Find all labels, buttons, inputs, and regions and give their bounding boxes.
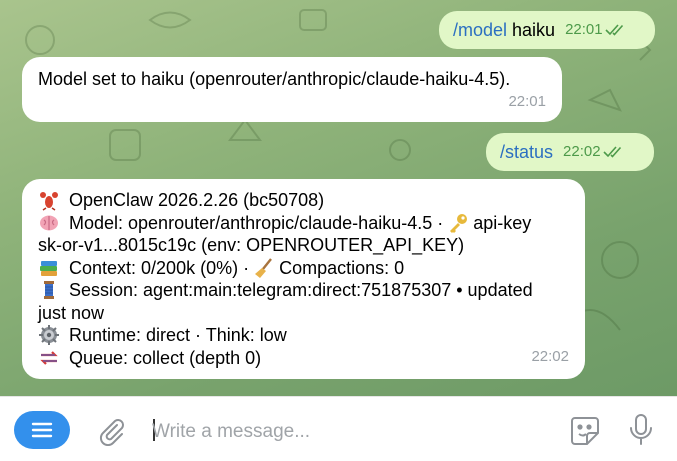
status-session-text: Session: agent:main:telegram:direct:7518…: [69, 280, 533, 300]
incoming-message[interactable]: Model set to haiku (openrouter/anthropic…: [22, 57, 562, 122]
status-updated-text: just now: [38, 302, 105, 323]
message-time: 22:01: [565, 20, 603, 38]
broom-emoji: [255, 258, 273, 278]
message-time: 22:02: [563, 142, 601, 160]
gear-emoji: [39, 325, 59, 346]
lobster-emoji: [40, 192, 58, 211]
chat-area: /model haiku 22:01 Model set to haiku (o…: [0, 0, 677, 396]
message-meta: 22:01: [565, 19, 625, 42]
status-line-context: Context: 0/200k (0%) · Compactions: 0: [38, 257, 569, 280]
command-argument: haiku: [512, 19, 556, 40]
double-check-icon: [605, 24, 623, 36]
status-api-key-text: sk-or-v1...8015c19c (env: OPENROUTER_API…: [38, 235, 465, 255]
double-check-icon: [603, 146, 621, 158]
message-time: 22:02: [531, 347, 569, 365]
status-version-text: OpenClaw 2026.2.26 (bc50708): [69, 190, 325, 210]
command-link[interactable]: /model: [453, 19, 507, 42]
menu-icon: [31, 422, 53, 438]
queue-arrows-emoji: [40, 350, 58, 365]
status-line-session-cont: just now: [38, 302, 569, 325]
voice-button[interactable]: [624, 412, 658, 448]
status-model-text: Model: openrouter/anthropic/claude-haiku…: [69, 212, 444, 233]
paperclip-icon: [99, 419, 124, 446]
status-runtime-text: Runtime: direct · Think: low: [69, 325, 287, 345]
brain-emoji: [40, 215, 58, 231]
outgoing-message[interactable]: /model haiku 22:01: [439, 11, 655, 49]
message-input[interactable]: [152, 419, 552, 445]
key-emoji: [450, 213, 468, 233]
status-message[interactable]: OpenClaw 2026.2.26 (bc50708) Model: open…: [22, 179, 585, 379]
status-queue-text: Queue: collect (depth 0): [69, 347, 262, 368]
sticker-button[interactable]: [566, 413, 604, 449]
status-compactions-text: Compactions: 0: [279, 257, 405, 278]
outgoing-message[interactable]: /status 22:02: [486, 133, 654, 171]
message-text: Model set to haiku (openrouter/anthropic…: [38, 69, 511, 89]
books-emoji: [40, 260, 57, 276]
menu-button[interactable]: [14, 411, 70, 449]
status-context-text: Context: 0/200k (0%) ·: [69, 257, 250, 278]
microphone-icon: [630, 414, 652, 445]
status-line-queue: Queue: collect (depth 0): [38, 347, 569, 370]
status-line-version: OpenClaw 2026.2.26 (bc50708): [38, 189, 569, 212]
message-meta: 22:02: [563, 141, 623, 164]
status-line-api-key: sk-or-v1...8015c19c (env: OPENROUTER_API…: [38, 234, 569, 257]
message-time: 22:01: [508, 92, 546, 110]
command-link[interactable]: /status: [500, 141, 553, 164]
status-api-key-label: api-key: [473, 212, 532, 233]
status-line-session: Session: agent:main:telegram:direct:7518…: [38, 279, 569, 302]
thread-emoji: [44, 281, 54, 300]
attach-button[interactable]: [94, 415, 128, 447]
composer-bar: [0, 396, 677, 461]
status-line-runtime: Runtime: direct · Think: low: [38, 324, 569, 347]
status-line-model: Model: openrouter/anthropic/claude-haiku…: [38, 212, 569, 235]
sticker-icon: [571, 417, 599, 445]
